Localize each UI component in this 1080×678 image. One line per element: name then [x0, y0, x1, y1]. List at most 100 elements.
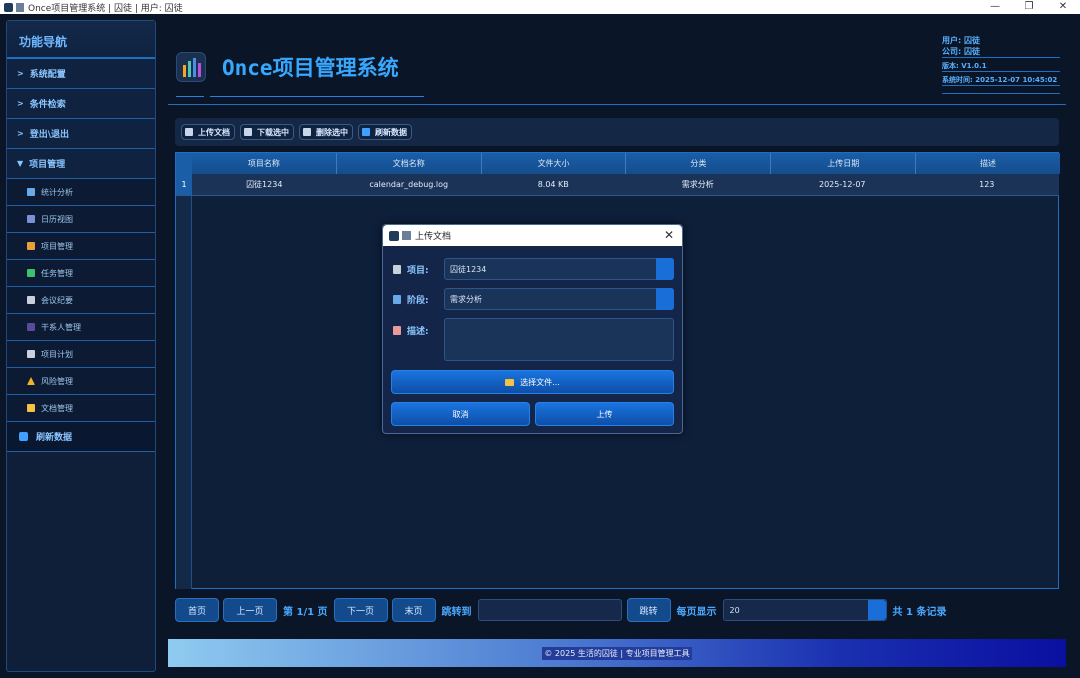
sidebar-subitem-risk[interactable]: 风险管理 [7, 368, 155, 395]
column-header[interactable]: 上传日期 [771, 153, 917, 174]
page-info: 第 1/1 页 [283, 606, 328, 618]
refresh-icon [362, 128, 370, 136]
sidebar-subitem-calendar[interactable]: 日历视图 [7, 206, 155, 233]
delete-selected-button[interactable]: 删除选中 [299, 124, 353, 140]
project-select[interactable]: 囚徒1234 [444, 258, 674, 280]
sidebar-title: 功能导航 [7, 21, 155, 59]
sidebar-item-label: 项目管理 [29, 160, 66, 170]
minimize-button[interactable]: — [978, 0, 1012, 14]
column-header[interactable]: 文档名称 [337, 153, 482, 174]
chevron-right-icon: > [17, 129, 24, 138]
table-corner [176, 153, 192, 174]
chevron-right-icon: > [17, 99, 24, 108]
task-check-icon [27, 269, 35, 277]
table-cell: 2025-12-07 [819, 180, 866, 189]
sidebar-subitem-label: 风险管理 [41, 376, 73, 386]
app-title: Once项目管理系统 [222, 56, 399, 80]
project-field-row: 项目: [393, 263, 447, 276]
sidebar-subitem-label: 干系人管理 [41, 322, 81, 332]
header-divider [210, 96, 424, 97]
upload-dialog: 上传文档 ✕ 项目: 囚徒1234 阶段: 需求分析 描述: 选择文件... 取… [382, 224, 683, 434]
sidebar-subitem-label: 日历视图 [41, 214, 73, 224]
sidebar-subitem-label: 任务管理 [41, 268, 73, 278]
sidebar-subitem-label: 会议纪要 [41, 295, 73, 305]
prev-page-button[interactable]: 上一页 [223, 598, 277, 622]
sidebar: 功能导航 > 系统配置 > 条件检索 > 登出\退出 ▼ 项目管理 统计分析 日… [6, 20, 156, 672]
first-page-button[interactable]: 首页 [175, 598, 219, 622]
download-selected-button[interactable]: 下载选中 [240, 124, 294, 140]
sidebar-item-search[interactable]: > 条件检索 [7, 89, 155, 119]
header-divider [176, 96, 204, 97]
jump-button[interactable]: 跳转 [626, 598, 671, 622]
sidebar-subitem-meeting-notes[interactable]: 会议纪要 [7, 287, 155, 314]
close-icon[interactable]: ✕ [664, 228, 674, 242]
sidebar-item-system-config[interactable]: > 系统配置 [7, 59, 155, 89]
column-header[interactable]: 描述 [916, 153, 1060, 174]
sidebar-subitem-documents[interactable]: 文档管理 [7, 395, 155, 422]
plan-icon [27, 350, 35, 358]
toolbar: 上传文档 下载选中 删除选中 刷新数据 [175, 118, 1059, 146]
user-label: 用户: 囚徒 [942, 36, 980, 45]
last-page-button[interactable]: 末页 [391, 598, 436, 622]
choose-file-button[interactable]: 选择文件... [391, 370, 674, 394]
table-header: 项目名称 文档名称 文件大小 分类 上传日期 描述 [192, 153, 1060, 174]
upload-icon [185, 128, 193, 136]
button-label: 下载选中 [257, 127, 289, 137]
stage-select[interactable]: 需求分析 [444, 288, 674, 310]
button-label: 选择文件... [520, 377, 560, 387]
description-textarea[interactable] [444, 318, 674, 361]
sidebar-subitem-label: 统计分析 [41, 187, 73, 197]
maximize-button[interactable]: ❐ [1012, 0, 1046, 14]
sidebar-refresh-label: 刷新数据 [36, 433, 73, 443]
version-label: 版本: V1.0.1 [942, 60, 1060, 72]
row-number-column [176, 174, 192, 589]
refresh-data-button[interactable]: 刷新数据 [358, 124, 412, 140]
per-page-select[interactable]: 20 [722, 599, 887, 621]
sidebar-subitem-projects[interactable]: 项目管理 [7, 233, 155, 260]
app-icon [389, 230, 399, 241]
button-label: 上传文档 [198, 127, 230, 137]
column-header[interactable]: 文件大小 [482, 153, 627, 174]
header-divider [168, 104, 1066, 105]
column-header[interactable]: 项目名称 [192, 153, 337, 174]
button-label: 刷新数据 [375, 127, 407, 137]
sidebar-item-label: 系统配置 [29, 70, 66, 80]
column-header[interactable]: 分类 [626, 153, 772, 174]
project-icon [27, 242, 35, 250]
sidebar-item-label: 登出\退出 [29, 130, 69, 140]
chevron-right-icon: > [17, 69, 24, 78]
app-logo-icon [176, 52, 206, 82]
dropdown-arrow-icon [656, 288, 674, 310]
chevron-down-icon: ▼ [17, 159, 24, 168]
header-info: 用户: 囚徒 公司: 囚徒 版本: V1.0.1 系统时间: 2025-12-0… [942, 34, 1060, 94]
sidebar-subitem-statistics[interactable]: 统计分析 [7, 179, 155, 206]
close-window-button[interactable]: ✕ [1046, 0, 1080, 14]
download-icon [244, 128, 252, 136]
per-page-label: 每页显示 [676, 606, 717, 618]
sidebar-item-project-management[interactable]: ▼ 项目管理 [7, 149, 155, 179]
warning-icon [27, 377, 35, 385]
sidebar-subitem-project-plan[interactable]: 项目计划 [7, 341, 155, 368]
cancel-button[interactable]: 取消 [391, 402, 530, 426]
chart-icon [393, 295, 401, 304]
per-page-value: 20 [729, 605, 740, 615]
next-page-button[interactable]: 下一页 [333, 598, 388, 622]
table-row[interactable]: 1 囚徒1234 calendar_debug.log 8.04 KB 需求分析… [176, 174, 1059, 196]
footer: © 2025 生活的囚徒 | 专业项目管理工具 [168, 639, 1066, 667]
description-field-row: 描述: [393, 324, 447, 337]
footer-text: © 2025 生活的囚徒 | 专业项目管理工具 [542, 646, 692, 660]
stakeholder-icon [27, 323, 35, 331]
jump-page-input[interactable] [477, 599, 622, 621]
sidebar-refresh-button[interactable]: 刷新数据 [7, 422, 155, 452]
upload-button[interactable]: 上传 [535, 402, 674, 426]
sidebar-subitem-label: 文档管理 [41, 403, 73, 413]
window-controls: — ❐ ✕ [978, 0, 1080, 14]
window-title: Once项目管理系统 | 囚徒 | 用户: 囚徒 [28, 3, 183, 14]
sidebar-subitem-stakeholders[interactable]: 干系人管理 [7, 314, 155, 341]
jump-label: 跳转到 [441, 606, 472, 618]
upload-document-button[interactable]: 上传文档 [181, 124, 235, 140]
document-icon [402, 231, 411, 240]
sidebar-item-logout[interactable]: > 登出\退出 [7, 119, 155, 149]
calendar-icon [27, 215, 35, 223]
sidebar-subitem-tasks[interactable]: 任务管理 [7, 260, 155, 287]
